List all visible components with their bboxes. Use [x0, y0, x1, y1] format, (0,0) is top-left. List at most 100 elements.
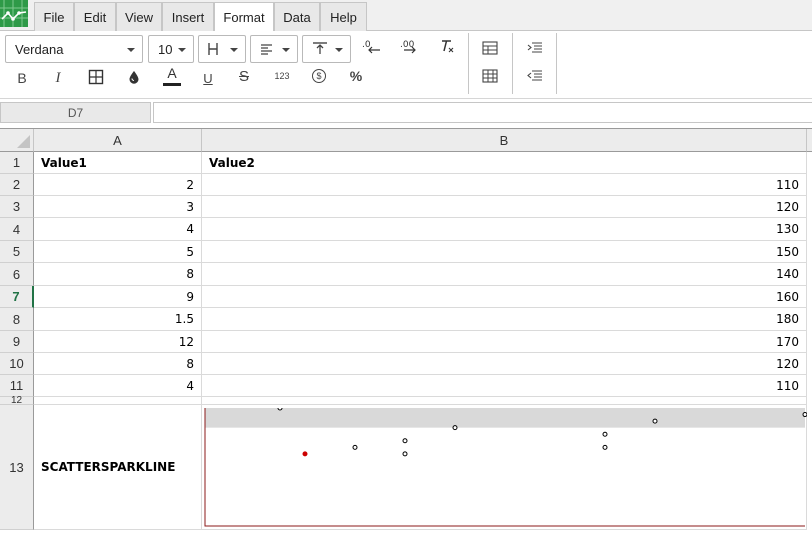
- name-box[interactable]: D7: [0, 102, 151, 123]
- cell-a12[interactable]: [34, 397, 202, 405]
- increase-decimal-button[interactable]: .00: [397, 34, 423, 58]
- menu-help[interactable]: Help: [320, 2, 367, 31]
- cell-b12[interactable]: [202, 397, 807, 405]
- format-as-table-button[interactable]: [477, 64, 503, 88]
- row-header-5[interactable]: 5: [0, 241, 34, 263]
- row-header-9[interactable]: 9: [0, 331, 34, 353]
- font-color-label: A: [167, 65, 177, 81]
- cell-a13[interactable]: SCATTERSPARKLINE: [34, 405, 202, 530]
- currency-icon: $: [312, 69, 326, 83]
- spreadsheet-grid[interactable]: A B 1 Value1 Value2 2 2 110 3 3 120 4 4 130 5 5 150 6 8 1…: [0, 128, 812, 534]
- cell-b6[interactable]: 140: [202, 263, 807, 286]
- menu-view[interactable]: View: [116, 2, 162, 31]
- formula-input[interactable]: [153, 102, 812, 123]
- increase-indent-button[interactable]: [522, 36, 548, 60]
- sparkline-point: [802, 412, 807, 418]
- strikethrough-button[interactable]: S: [231, 64, 257, 88]
- format-toolbar: Verdana 10 .0 .00 B I A U S 123 $ %: [0, 31, 812, 98]
- increase-indent-icon: [527, 42, 542, 53]
- menu-insert[interactable]: Insert: [162, 2, 214, 31]
- select-all-corner[interactable]: [0, 129, 34, 152]
- column-header-b[interactable]: B: [202, 129, 807, 152]
- column-header-a[interactable]: A: [34, 129, 202, 152]
- decrease-indent-icon: [527, 70, 542, 81]
- vertical-align-dropdown[interactable]: [302, 35, 351, 63]
- row-header-11[interactable]: 11: [0, 375, 34, 397]
- borders-dropdown[interactable]: [198, 35, 246, 63]
- row-header-7[interactable]: 7: [0, 286, 34, 308]
- cell-a1[interactable]: Value1: [34, 152, 202, 174]
- clear-formatting-icon: [442, 40, 454, 53]
- row-header-6[interactable]: 6: [0, 263, 34, 286]
- select-all-icon: [17, 135, 30, 148]
- svg-text:.0: .0: [362, 40, 371, 50]
- font-size-select[interactable]: 10: [148, 35, 194, 63]
- cell-b5[interactable]: 150: [202, 241, 807, 263]
- cell-b1[interactable]: Value2: [202, 152, 807, 174]
- cell-a9[interactable]: 12: [34, 331, 202, 353]
- percent-format-button[interactable]: %: [343, 64, 369, 88]
- menu-edit[interactable]: Edit: [74, 2, 116, 31]
- app-logo-icon: [0, 0, 28, 27]
- toolbar-separator: [556, 33, 557, 94]
- scatter-sparkline: [204, 408, 807, 527]
- number-format-button[interactable]: 123: [269, 64, 295, 88]
- row-header-10[interactable]: 10: [0, 353, 34, 375]
- chevron-down-icon: [282, 48, 290, 52]
- cell-b10[interactable]: 120: [202, 353, 807, 375]
- row-header-13[interactable]: 13: [0, 405, 34, 530]
- cell-b11[interactable]: 110: [202, 375, 807, 397]
- cell-a11[interactable]: 4: [34, 375, 202, 397]
- cell-a7[interactable]: 9: [34, 286, 202, 308]
- cell-a10[interactable]: 8: [34, 353, 202, 375]
- cell-b2[interactable]: 110: [202, 174, 807, 196]
- column-header-c[interactable]: [807, 129, 812, 152]
- insert-table-button[interactable]: [477, 36, 503, 60]
- grid-table-icon: [482, 69, 498, 83]
- row-header-4[interactable]: 4: [0, 218, 34, 241]
- currency-format-button[interactable]: $: [306, 64, 332, 88]
- row-header-12[interactable]: 12: [0, 395, 34, 406]
- cell-a3[interactable]: 3: [34, 196, 202, 218]
- bold-button[interactable]: B: [9, 66, 35, 90]
- cell-b4[interactable]: 130: [202, 218, 807, 241]
- clear-formatting-button[interactable]: [434, 34, 460, 58]
- decrease-indent-button[interactable]: [522, 64, 548, 88]
- cell-b7[interactable]: 160: [202, 286, 807, 308]
- fill-color-icon: [129, 71, 139, 84]
- fill-color-button[interactable]: [121, 65, 147, 89]
- cell-b3[interactable]: 120: [202, 196, 807, 218]
- cell-a2[interactable]: 2: [34, 174, 202, 196]
- underline-button[interactable]: U: [195, 66, 221, 90]
- decrease-decimal-button[interactable]: .0: [358, 34, 384, 58]
- row-header-2[interactable]: 2: [0, 174, 34, 196]
- percent-label: %: [349, 68, 363, 84]
- menu-data[interactable]: Data: [274, 2, 320, 31]
- cell-b8[interactable]: 180: [202, 308, 807, 331]
- cell-b9[interactable]: 170: [202, 331, 807, 353]
- sparkline-point: [352, 444, 358, 450]
- row-header-3[interactable]: 3: [0, 196, 34, 218]
- toolbar-separator: [512, 33, 513, 94]
- italic-button[interactable]: I: [45, 66, 71, 90]
- font-family-value: Verdana: [15, 41, 64, 57]
- cell-a4[interactable]: 4: [34, 218, 202, 241]
- menu-format[interactable]: Format: [214, 2, 274, 32]
- cell-a8[interactable]: 1.5: [34, 308, 202, 331]
- font-color-button[interactable]: A: [159, 64, 185, 88]
- all-borders-icon: [88, 69, 104, 85]
- row-header-8[interactable]: 8: [0, 308, 34, 331]
- horizontal-align-dropdown[interactable]: [250, 35, 298, 63]
- cell-borders-button[interactable]: [83, 65, 109, 89]
- borders-icon: [208, 43, 218, 55]
- font-family-select[interactable]: Verdana: [5, 35, 143, 63]
- menu-file[interactable]: File: [34, 2, 74, 31]
- menu-bar: File Edit View Insert Format Data Help: [0, 0, 812, 32]
- sparkline-point: [602, 431, 608, 437]
- underline-label: U: [203, 70, 213, 86]
- cell-a6[interactable]: 8: [34, 263, 202, 286]
- spreadsheet-app: File Edit View Insert Format Data Help V…: [0, 0, 812, 534]
- cell-a5[interactable]: 5: [34, 241, 202, 263]
- chevron-down-icon: [335, 48, 343, 52]
- row-header-1[interactable]: 1: [0, 152, 34, 174]
